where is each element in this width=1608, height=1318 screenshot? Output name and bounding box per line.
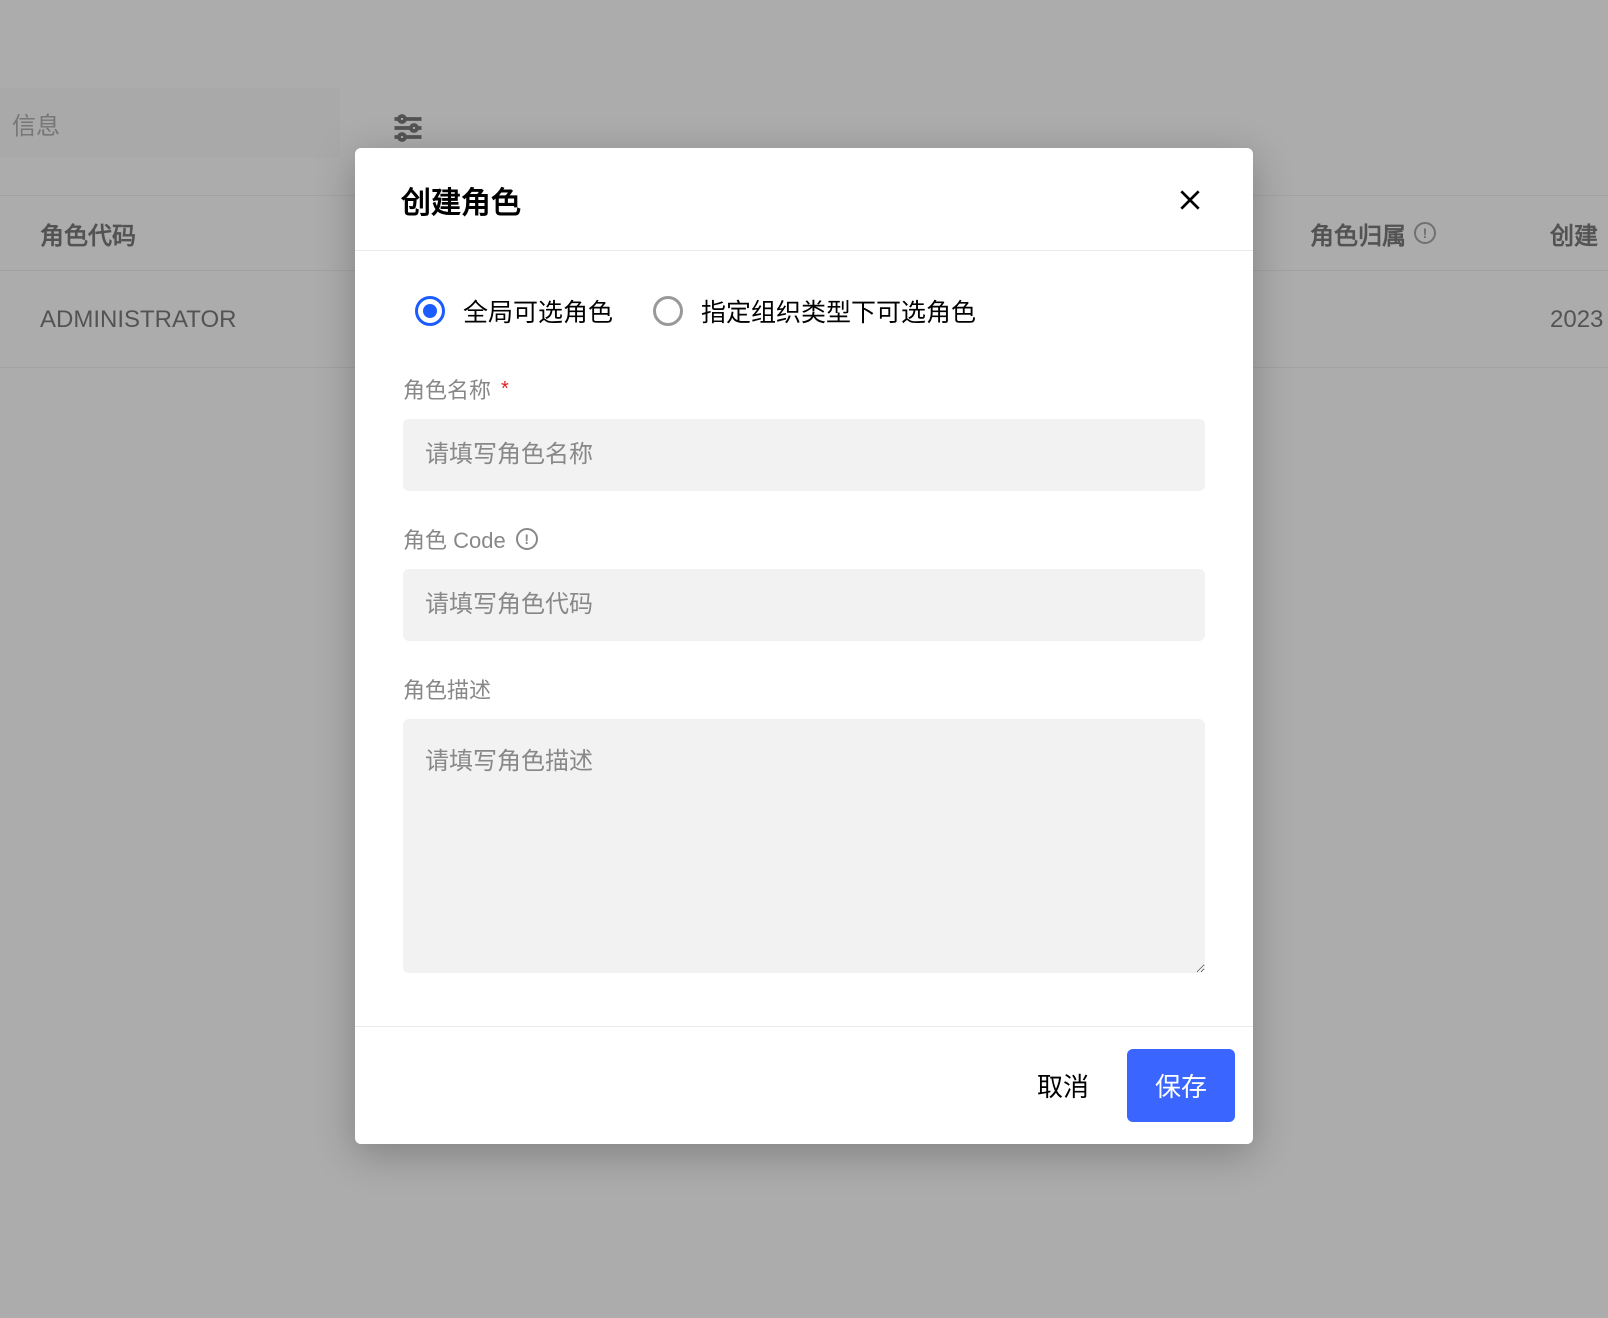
radio-icon [653,296,683,326]
required-mark: * [501,378,509,401]
role-name-field: 角色名称 * [403,373,1205,491]
radio-org-scope[interactable]: 指定组织类型下可选角色 [653,293,976,329]
scope-radio-group: 全局可选角色 指定组织类型下可选角色 [415,293,1205,329]
role-description-input[interactable] [403,719,1205,973]
modal-footer: 取消 保存 [355,1026,1253,1144]
role-code-input[interactable] [403,569,1205,641]
modal-header: 创建角色 [355,148,1253,251]
radio-icon [415,296,445,326]
role-name-label: 角色名称 * [403,373,1205,405]
save-button[interactable]: 保存 [1127,1049,1235,1122]
modal-body: 全局可选角色 指定组织类型下可选角色 角色名称 * 角色 Code [355,251,1253,1026]
modal-overlay[interactable]: 创建角色 全局可选角色 指定组织类型下可选角色 [0,0,1608,1318]
create-role-modal: 创建角色 全局可选角色 指定组织类型下可选角色 [355,148,1253,1144]
role-code-label: 角色 Code [403,523,1205,555]
modal-title: 创建角色 [401,178,521,222]
radio-label: 全局可选角色 [463,293,613,329]
close-button[interactable] [1173,183,1207,217]
role-name-input[interactable] [403,419,1205,491]
radio-label: 指定组织类型下可选角色 [701,293,976,329]
role-description-label: 角色描述 [403,673,1205,705]
role-description-field: 角色描述 [403,673,1205,978]
info-icon[interactable] [516,528,538,550]
radio-global-scope[interactable]: 全局可选角色 [415,293,613,329]
cancel-button[interactable]: 取消 [1029,1055,1097,1116]
close-icon [1177,187,1203,213]
role-code-field: 角色 Code [403,523,1205,641]
